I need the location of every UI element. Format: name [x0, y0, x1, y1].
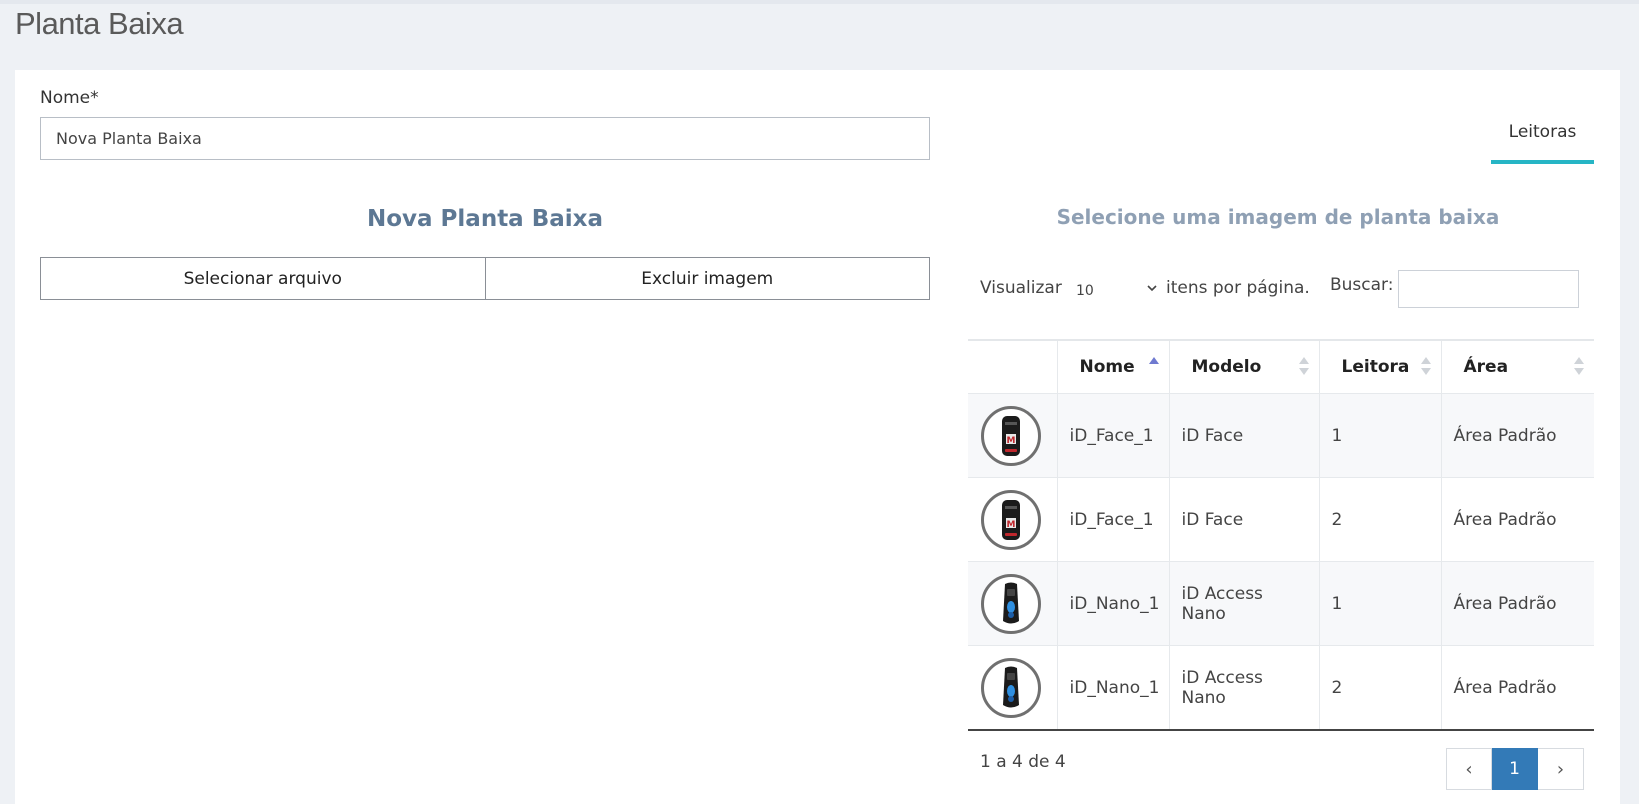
- id-face-device-icon: M: [981, 489, 1041, 550]
- svg-text:M: M: [1007, 520, 1016, 530]
- table-row[interactable]: M iD_Face_1 iD Face 2 Área Padrão: [968, 477, 1594, 562]
- reader-number: 2: [1319, 645, 1442, 731]
- reader-model: iD Access Nano: [1169, 561, 1320, 646]
- reader-name: iD_Nano_1: [1057, 561, 1170, 646]
- readers-heading: Selecione uma imagem de planta baixa: [1056, 205, 1500, 229]
- search-label: Buscar:: [1330, 275, 1394, 295]
- column-header-label: Área: [1463, 357, 1509, 377]
- name-input[interactable]: [40, 117, 930, 160]
- chevron-right-icon: ›: [1556, 758, 1565, 780]
- column-header-nome[interactable]: Nome: [1057, 340, 1170, 394]
- search-input[interactable]: [1398, 270, 1579, 308]
- page-length-select[interactable]: 10: [1076, 276, 1157, 306]
- reader-name: iD_Face_1: [1057, 393, 1170, 478]
- reader-thumb-cell: [968, 561, 1058, 646]
- pagination: ‹ 1 ›: [1446, 748, 1584, 790]
- pagination-page-1[interactable]: 1: [1492, 748, 1538, 790]
- table-row[interactable]: iD_Nano_1 iD Access Nano 1 Área Padrão: [968, 561, 1594, 646]
- readers-table: Nome Modelo Leitora Área M iD_Face_1 iD …: [968, 339, 1594, 731]
- delete-image-button[interactable]: Excluir imagem: [485, 257, 930, 300]
- reader-name: iD_Nano_1: [1057, 645, 1170, 731]
- reader-thumb-cell: M: [968, 393, 1058, 478]
- reader-name: iD_Face_1: [1057, 477, 1170, 562]
- column-header-label: Leitora: [1341, 357, 1410, 377]
- id-face-device-icon: M: [981, 405, 1041, 466]
- sort-icon: [1574, 357, 1584, 377]
- reader-model: iD Face: [1169, 477, 1320, 562]
- page-length-value: 10: [1076, 283, 1094, 299]
- name-label: Nome*: [40, 88, 99, 108]
- page-title: Planta Baixa: [15, 6, 184, 41]
- page-length-suffix: itens por página.: [1166, 278, 1310, 298]
- column-header-label: Modelo: [1191, 357, 1262, 377]
- tab-leitoras[interactable]: Leitoras: [1491, 122, 1594, 142]
- sort-icon: [1298, 357, 1309, 377]
- tab-active-indicator: [1491, 160, 1594, 164]
- reader-model: iD Access Nano: [1169, 645, 1320, 731]
- table-row[interactable]: iD_Nano_1 iD Access Nano 2 Área Padrão: [968, 645, 1594, 731]
- reader-thumb-cell: [968, 645, 1058, 731]
- reader-area: Área Padrão: [1441, 477, 1594, 562]
- reader-number: 1: [1319, 393, 1442, 478]
- top-bar: [0, 0, 1639, 4]
- reader-area: Área Padrão: [1441, 561, 1594, 646]
- table-header-row: Nome Modelo Leitora Área: [968, 340, 1594, 394]
- reader-area: Área Padrão: [1441, 393, 1594, 478]
- sort-ascending-icon: [1148, 357, 1159, 377]
- pagination-prev-button[interactable]: ‹: [1446, 748, 1492, 790]
- column-header-image: [968, 340, 1058, 394]
- table-info: 1 a 4 de 4: [980, 752, 1066, 772]
- reader-number: 1: [1319, 561, 1442, 646]
- reader-model: iD Face: [1169, 393, 1320, 478]
- select-file-button[interactable]: Selecionar arquivo: [40, 257, 486, 300]
- column-header-leitora[interactable]: Leitora: [1319, 340, 1442, 394]
- column-header-modelo[interactable]: Modelo: [1169, 340, 1320, 394]
- floorplan-heading: Nova Planta Baixa: [366, 206, 604, 232]
- floorplan-actions: Selecionar arquivo Excluir imagem: [40, 257, 930, 300]
- column-header-label: Nome: [1079, 357, 1135, 377]
- page-length-label: Visualizar: [980, 278, 1062, 298]
- id-nano-device-icon: [981, 573, 1041, 634]
- id-nano-device-icon: [981, 657, 1041, 718]
- column-header-area[interactable]: Área: [1441, 340, 1594, 394]
- table-row[interactable]: M iD_Face_1 iD Face 1 Área Padrão: [968, 393, 1594, 478]
- reader-number: 2: [1319, 477, 1442, 562]
- svg-text:M: M: [1007, 436, 1016, 446]
- reader-thumb-cell: M: [968, 477, 1058, 562]
- chevron-left-icon: ‹: [1465, 758, 1473, 780]
- reader-area: Área Padrão: [1441, 645, 1594, 731]
- pagination-next-button[interactable]: ›: [1538, 748, 1584, 790]
- sort-icon: [1420, 357, 1431, 377]
- chevron-down-icon: [1146, 282, 1158, 298]
